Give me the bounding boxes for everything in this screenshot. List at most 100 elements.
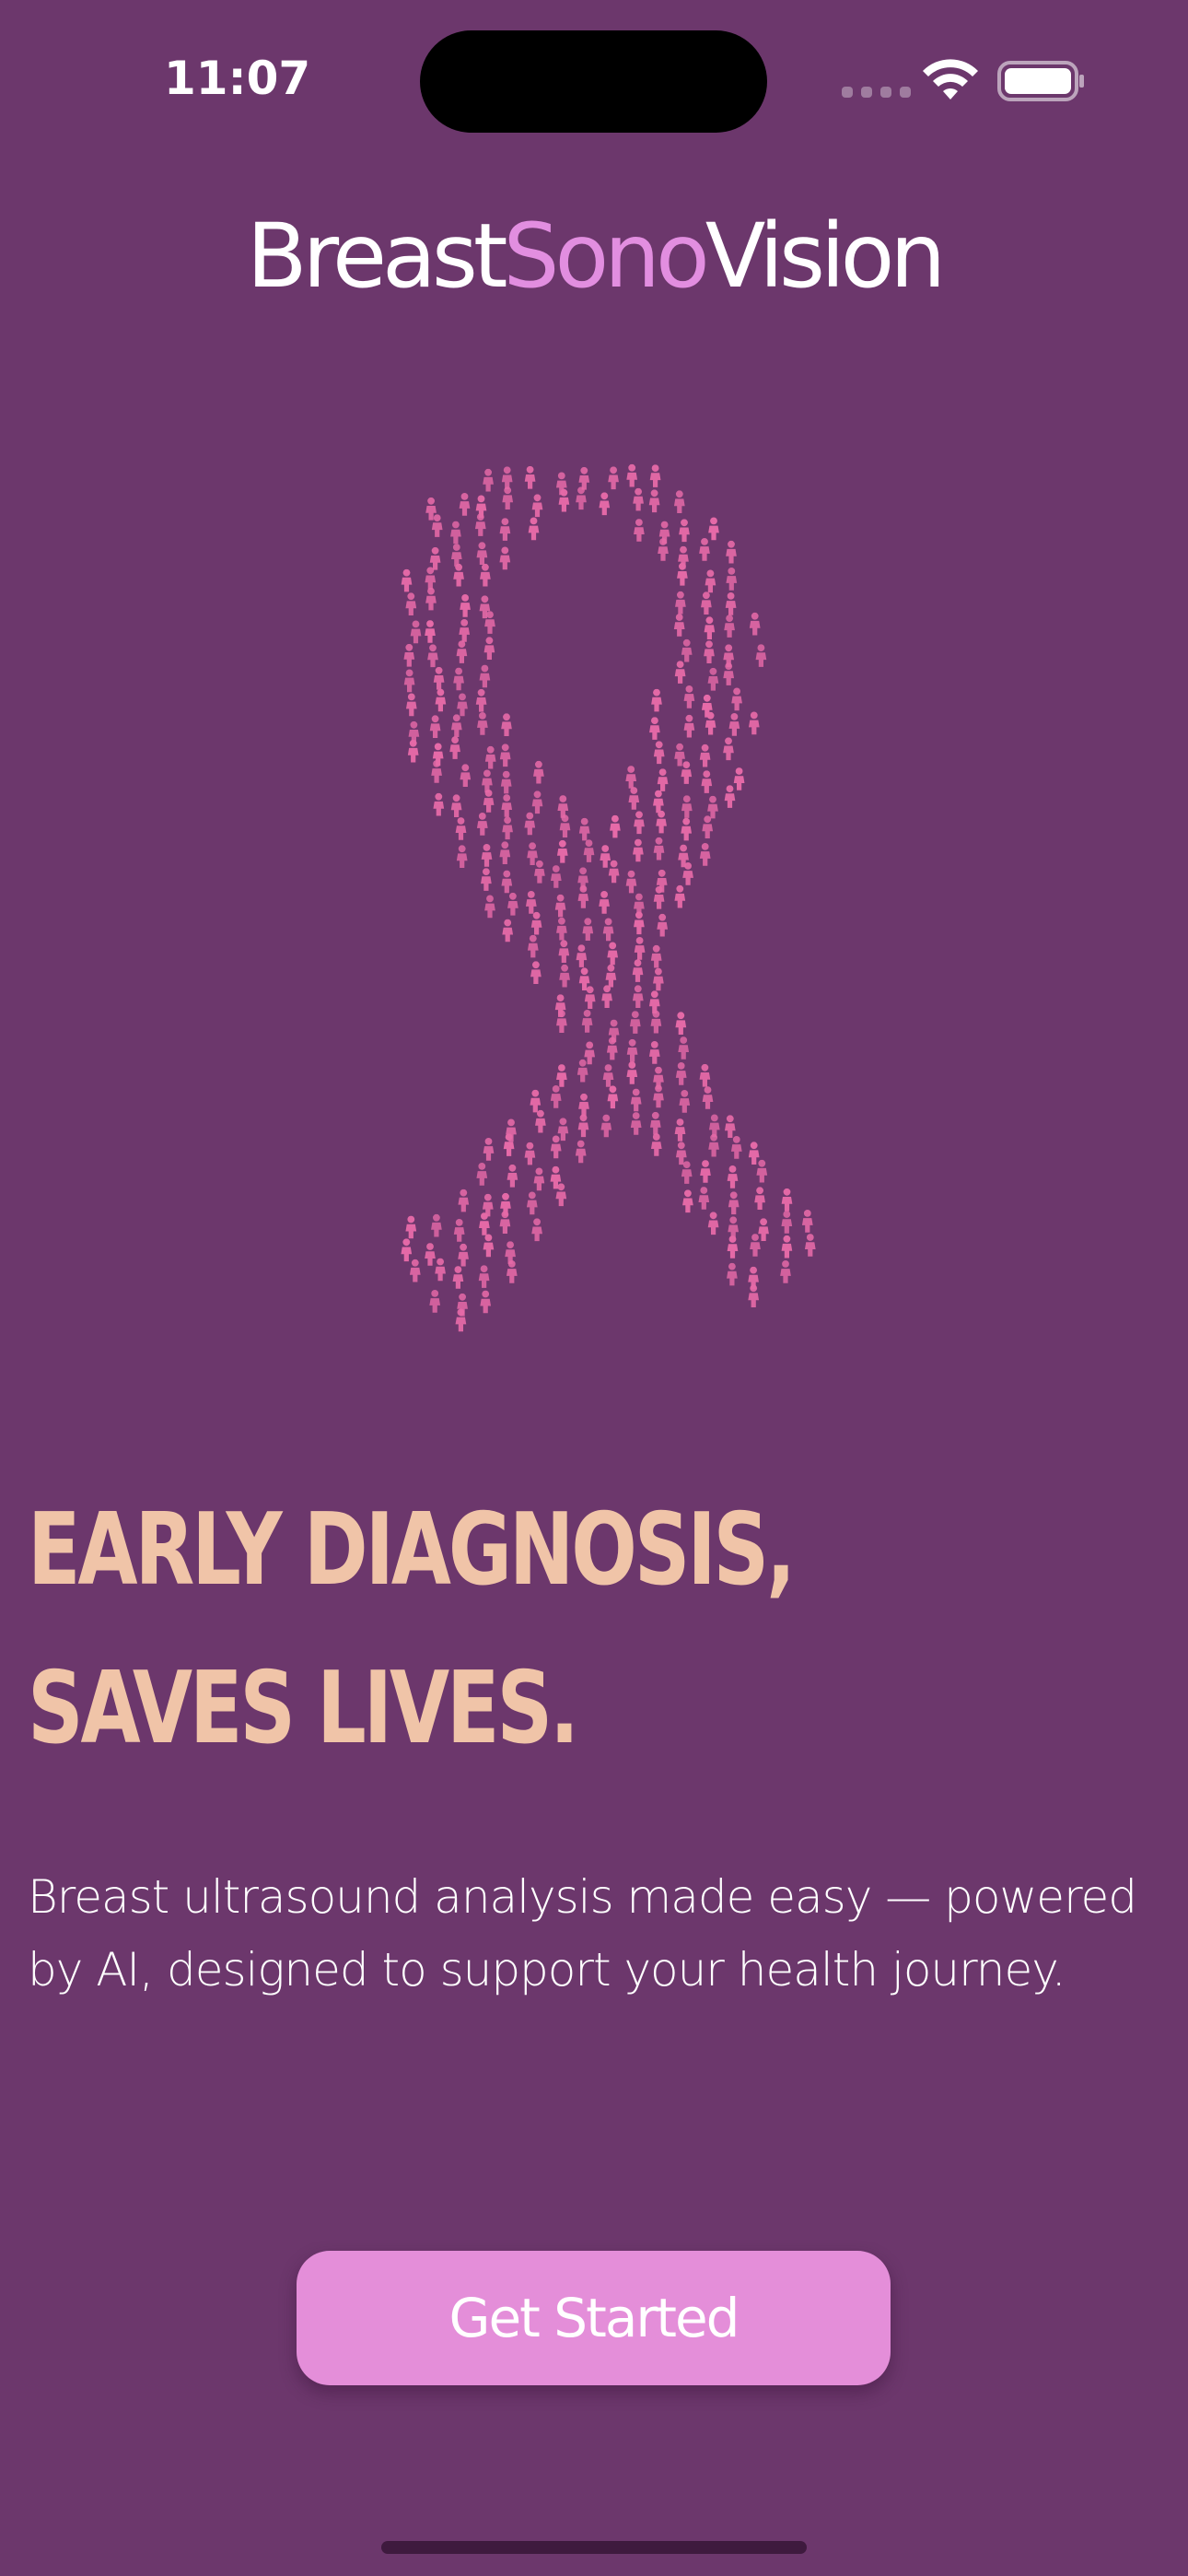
- ribbon-figure-icon: [527, 934, 539, 958]
- ribbon-figure-icon: [750, 1234, 761, 1257]
- ribbon-figure-icon: [550, 1085, 562, 1108]
- ribbon-figure-icon: [607, 942, 619, 966]
- ribbon-figure-icon: [425, 567, 437, 591]
- ribbon-figure-icon: [559, 964, 570, 988]
- ribbon-figure-icon: [401, 568, 413, 592]
- ribbon-figure-icon: [499, 841, 511, 864]
- ribbon-figure-icon: [629, 1011, 641, 1034]
- battery-icon: [997, 61, 1084, 101]
- ribbon-figure-icon: [556, 1064, 567, 1087]
- ribbon-figure-icon: [730, 1136, 742, 1159]
- get-started-button[interactable]: Get Started: [297, 2251, 891, 2385]
- ribbon-figure-icon: [456, 845, 468, 868]
- ribbon-figure-icon: [575, 1140, 587, 1164]
- ribbon-figure-icon: [433, 666, 445, 690]
- ribbon-figure-icon: [724, 785, 736, 808]
- ribbon-figure-icon: [653, 837, 665, 861]
- ribbon-figure-icon: [724, 1115, 736, 1138]
- ribbon-figure-icon: [477, 712, 488, 735]
- ribbon-figure-icon: [550, 1135, 562, 1159]
- ribbon-figure-icon: [476, 813, 488, 836]
- ribbon-figure-icon: [682, 1189, 693, 1213]
- ribbon-figure-icon: [650, 944, 662, 968]
- ribbon-figure-icon: [656, 810, 667, 834]
- ribbon-figure-icon: [708, 1133, 719, 1157]
- ribbon-figure-icon: [405, 693, 417, 717]
- ribbon-figure-icon: [699, 843, 711, 866]
- ribbon-figure-icon: [675, 1142, 687, 1165]
- ribbon-figure-icon: [724, 615, 735, 638]
- ribbon-figure-icon: [608, 860, 620, 884]
- status-time: 11:07: [164, 52, 311, 105]
- ribbon-figure-icon: [681, 795, 693, 818]
- ribbon-figure-icon: [554, 894, 566, 918]
- ribbon-figure-icon: [531, 790, 543, 814]
- ribbon-figure-icon: [528, 517, 540, 541]
- ribbon-figure-icon: [701, 770, 713, 793]
- ribbon-figure-icon: [502, 919, 514, 943]
- ribbon-figure-icon: [456, 640, 468, 663]
- ribbon-figure-icon: [630, 1088, 642, 1112]
- ribbon-figure-icon: [650, 1133, 662, 1156]
- ribbon-figure-icon: [550, 865, 562, 888]
- ribbon-figure-icon: [632, 959, 644, 982]
- ribbon-figure-icon: [524, 1142, 536, 1165]
- ribbon-figure-icon: [650, 1010, 662, 1034]
- ribbon-figure-icon: [708, 1114, 720, 1138]
- ribbon-figure-icon: [409, 1259, 421, 1282]
- ribbon-figure-icon: [758, 1218, 769, 1241]
- ribbon-figure-icon: [600, 845, 611, 868]
- ribbon-figure-icon: [435, 688, 447, 712]
- ribbon-figure-icon: [630, 1112, 642, 1135]
- ribbon-figure-icon: [450, 521, 461, 544]
- ribbon-figure-icon: [557, 795, 569, 818]
- ribbon-figure-icon: [610, 814, 621, 838]
- ribbon-figure-icon: [673, 490, 685, 513]
- ribbon-figure-icon: [425, 587, 437, 611]
- ribbon-figure-icon: [607, 1085, 619, 1109]
- ribbon-figure-icon: [702, 1086, 714, 1109]
- ribbon-figure-icon: [675, 1012, 687, 1035]
- ribbon-figure-icon: [634, 811, 645, 835]
- ribbon-figure-icon: [501, 870, 513, 894]
- ribbon-figure-icon: [577, 885, 589, 908]
- ribbon-figure-icon: [527, 842, 538, 865]
- ribbon-figure-icon: [681, 817, 693, 841]
- ribbon-figure-icon: [501, 713, 512, 736]
- ribbon-figure-icon: [602, 918, 614, 942]
- ribbon-figure-icon: [674, 884, 686, 908]
- ribbon-figure-icon: [458, 1188, 470, 1212]
- ribbon-figure-icon: [480, 563, 491, 587]
- ribbon-figure-icon: [483, 1234, 495, 1258]
- ribbon-figure-icon: [632, 985, 644, 1008]
- ribbon-figure-icon: [484, 895, 495, 919]
- ribbon-figure-icon: [648, 489, 660, 513]
- ribbon-figure-icon: [726, 568, 738, 591]
- ribbon-figure-icon: [781, 1211, 793, 1234]
- ribbon-figure-icon: [626, 463, 638, 487]
- ribbon-figure-icon: [677, 562, 688, 586]
- ribbon-figure-icon: [582, 918, 594, 941]
- ribbon-figure-icon: [608, 466, 619, 490]
- ribbon-figure-icon: [679, 1090, 691, 1113]
- ribbon-figure-icon: [499, 518, 511, 541]
- ribbon-figure-icon: [649, 464, 661, 487]
- ribbon-figure-icon: [723, 662, 735, 685]
- ribbon-figure-icon: [780, 1260, 791, 1283]
- ribbon-figure-icon: [673, 614, 685, 637]
- ribbon-figure-icon: [483, 468, 494, 492]
- ribbon-figure-icon: [531, 1218, 542, 1242]
- ribbon-figure-icon: [460, 594, 471, 617]
- ribbon-figure-icon: [559, 814, 571, 837]
- ribbon-figure-icon: [530, 1089, 542, 1113]
- ribbon-figure-icon: [433, 792, 445, 816]
- ribbon-figure-icon: [599, 492, 611, 516]
- ribbon-figure-icon: [524, 465, 536, 489]
- ribbon-figure-icon: [726, 540, 737, 564]
- ribbon-figure-icon: [531, 494, 543, 518]
- ribbon-figure-icon: [707, 667, 719, 691]
- ribbon-figure-icon: [581, 1010, 593, 1033]
- ribbon-figure-icon: [699, 1063, 711, 1087]
- ribbon-figure-icon: [427, 644, 438, 668]
- ribbon-figure-icon: [476, 1163, 488, 1186]
